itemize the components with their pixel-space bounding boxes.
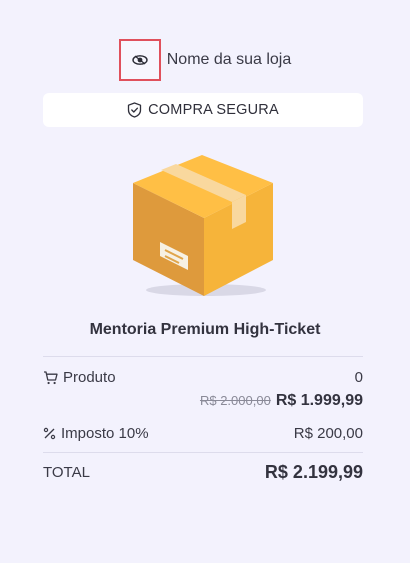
old-price: R$ 2.000,00 bbox=[199, 393, 271, 408]
secure-purchase-banner: COMPRA SEGURA bbox=[43, 93, 363, 127]
box-icon bbox=[133, 155, 273, 296]
tax-value: R$ 200,00 bbox=[293, 425, 363, 442]
cart-icon bbox=[44, 370, 58, 384]
product-label: Produto bbox=[63, 369, 116, 386]
tax-label: Imposto 10% bbox=[61, 425, 149, 442]
store-header: Nome da sua loja bbox=[0, 39, 410, 81]
product-title: Mentoria Premium High-Ticket bbox=[89, 321, 321, 338]
tax-label-group: Imposto 10% bbox=[43, 425, 149, 442]
price-line: R$ 2.000,00 R$ 1.999,99 bbox=[200, 392, 363, 410]
divider bbox=[43, 356, 363, 357]
percent-icon bbox=[43, 427, 56, 440]
tax-row: Imposto 10% R$ 200,00 bbox=[43, 425, 363, 442]
total-label: TOTAL bbox=[43, 464, 90, 481]
product-label-group: Produto bbox=[43, 369, 116, 386]
store-name: Nome da sua loja bbox=[166, 51, 292, 68]
store-logo[interactable] bbox=[118, 39, 161, 81]
product-row: Produto 0 bbox=[43, 369, 363, 386]
secure-purchase-label: COMPRA SEGURA bbox=[148, 102, 279, 118]
product-quantity: 0 bbox=[354, 369, 363, 386]
eye-logo-icon bbox=[132, 55, 148, 65]
new-price: R$ 1.999,99 bbox=[275, 392, 363, 409]
divider bbox=[43, 452, 363, 453]
total-value: R$ 2.199,99 bbox=[264, 462, 363, 482]
shield-check-icon bbox=[127, 102, 142, 118]
total-row: TOTAL R$ 2.199,99 bbox=[43, 462, 363, 483]
